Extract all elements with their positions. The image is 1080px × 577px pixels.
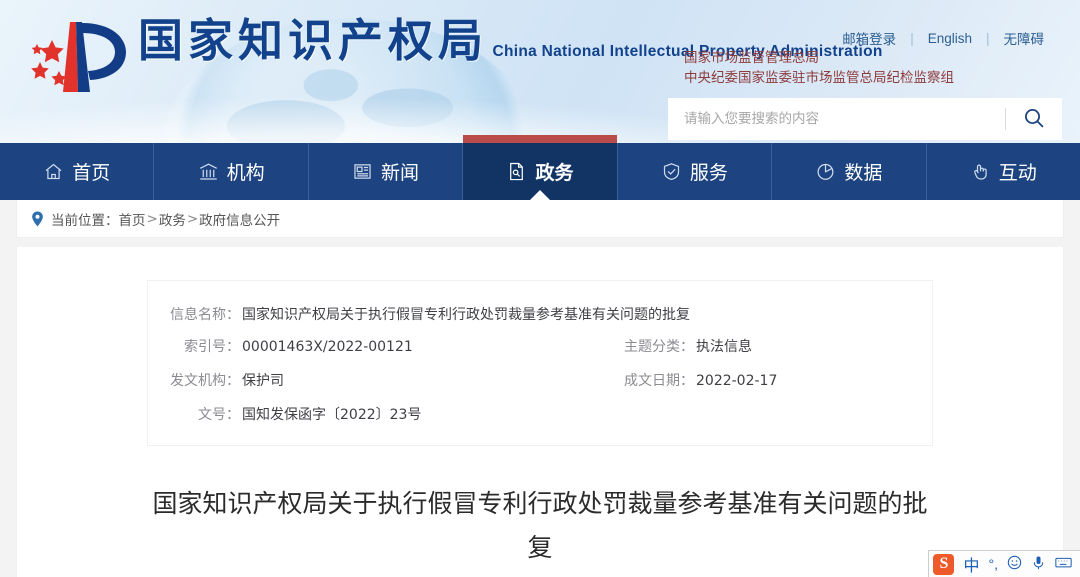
nav-label: 机构 [226,162,265,184]
org-link-discipline[interactable]: 中央纪委国家监委驻市场监管总局纪检监察组 [684,68,954,88]
document-metadata-box: 信息名称： 国家知识产权局关于执行假冒专利行政处罚裁量参考基准有关问题的批复 索… [147,280,933,446]
metadata-cell-issuer: 发文机构： 保护司 [148,370,540,392]
metadata-cell-category: 主题分类： 执法信息 [540,336,932,358]
metadata-label-date: 成文日期： [624,373,694,389]
page-title: 国家知识产权局关于执行假冒专利行政处罚裁量参考基准有关问题的批复 [152,489,928,562]
top-link-mail[interactable]: 邮箱登录 [828,28,910,48]
metadata-value-title: 国家知识产权局关于执行假冒专利行政处罚裁量参考基准有关问题的批复 [242,307,690,323]
nav-item-government-affairs[interactable]: 政务 [463,135,618,200]
search-icon [1022,106,1046,133]
metadata-label-docno: 文号： [198,407,240,423]
ime-punctuation-toggle[interactable]: °, [989,556,999,572]
metadata-row: 索引号： 00001463X/2022-00121 主题分类： 执法信息 [148,330,932,364]
metadata-cell-date: 成文日期： 2022-02-17 [540,370,932,392]
metadata-label-index: 索引号： [184,339,240,355]
site-header: 国家知识产权局 China National Intellectual Prop… [0,0,1080,143]
metadata-label-issuer: 发文机构： [170,373,240,389]
ime-voice-icon[interactable] [1031,555,1046,573]
nav-label: 数据 [844,162,883,184]
search-bar [668,98,1062,140]
main-navigation: 首页 机构 新闻 政务 服务 数据 互动 [0,135,1080,200]
metadata-value-index: 00001463X/2022-00121 [242,339,413,355]
top-link-english[interactable]: English [914,31,986,46]
metadata-value-category: 执法信息 [696,339,752,355]
nav-label: 互动 [998,162,1037,184]
breadcrumb-prefix: 当前位置： [51,212,119,229]
metadata-row: 发文机构： 保护司 成文日期： 2022-02-17 [148,364,932,398]
nav-label: 政务 [535,162,574,184]
nav-item-home[interactable]: 首页 [0,143,155,200]
nav-item-interaction[interactable]: 互动 [927,143,1080,200]
article-card: 信息名称： 国家知识产权局关于执行假冒专利行政处罚裁量参考基准有关问题的批复 索… [16,247,1064,577]
nav-label: 服务 [689,162,728,184]
cnipa-emblem-icon [16,14,134,100]
nav-item-news[interactable]: 新闻 [309,143,464,200]
metadata-value-date: 2022-02-17 [696,373,778,389]
content-area: 信息名称： 国家知识产权局关于执行假冒专利行政处罚裁量参考基准有关问题的批复 索… [0,238,1080,577]
newspaper-icon [352,161,373,182]
metadata-value-docno: 国知发保函字〔2022〕23号 [242,407,422,423]
breadcrumb: 当前位置： 首页 > 政务 > 政府信息公开 [16,200,1064,238]
nav-item-data[interactable]: 数据 [772,143,927,200]
breadcrumb-item-government-affairs[interactable]: 政务 [159,209,186,229]
nav-label: 新闻 [381,162,420,184]
hand-pointer-icon [970,161,991,182]
nav-item-service[interactable]: 服务 [618,143,773,200]
search-input[interactable] [668,98,1005,140]
logo-title-cn: 国家知识产权局 [138,14,489,67]
bank-icon [198,161,219,182]
location-pin-icon [31,211,44,227]
breadcrumb-item-info-disclosure[interactable]: 政府信息公开 [199,209,280,229]
shield-check-icon [661,161,682,182]
search-button[interactable] [1006,98,1062,140]
ime-keyboard-icon[interactable] [1055,555,1072,573]
breadcrumb-item-home[interactable]: 首页 [119,209,146,229]
related-org-links: 国家市场监督管理总局 中央纪委国家监委驻市场监管总局纪检监察组 [684,48,954,88]
ime-emoji-icon[interactable] [1007,555,1022,573]
sogou-logo-icon[interactable]: S [933,553,955,575]
metadata-value-issuer: 保护司 [242,373,284,389]
org-link-samr[interactable]: 国家市场监督管理总局 [684,48,954,68]
metadata-row-title: 信息名称： 国家知识产权局关于执行假冒专利行政处罚裁量参考基准有关问题的批复 [148,298,932,330]
top-utility-links: 邮箱登录 | English | 无障碍 [828,28,1058,48]
pie-chart-icon [815,161,836,182]
nav-item-organization[interactable]: 机构 [154,143,309,200]
breadcrumb-separator: > [186,210,199,227]
breadcrumb-separator: > [146,210,158,227]
breadcrumb-bar: 当前位置： 首页 > 政务 > 政府信息公开 [0,200,1080,238]
nav-label: 首页 [72,162,111,184]
metadata-label-category: 主题分类： [624,339,694,355]
document-gov-icon [506,161,527,182]
metadata-row-docno: 文号： 国知发保函字〔2022〕23号 [148,398,932,430]
top-link-accessibility[interactable]: 无障碍 [990,28,1059,48]
ime-mode-chinese[interactable]: 中 [963,552,979,576]
metadata-cell-index: 索引号： 00001463X/2022-00121 [148,336,540,358]
home-icon [43,161,64,182]
ime-toolbar: S 中 °, [928,550,1080,577]
metadata-label-title: 信息名称： [170,307,240,323]
